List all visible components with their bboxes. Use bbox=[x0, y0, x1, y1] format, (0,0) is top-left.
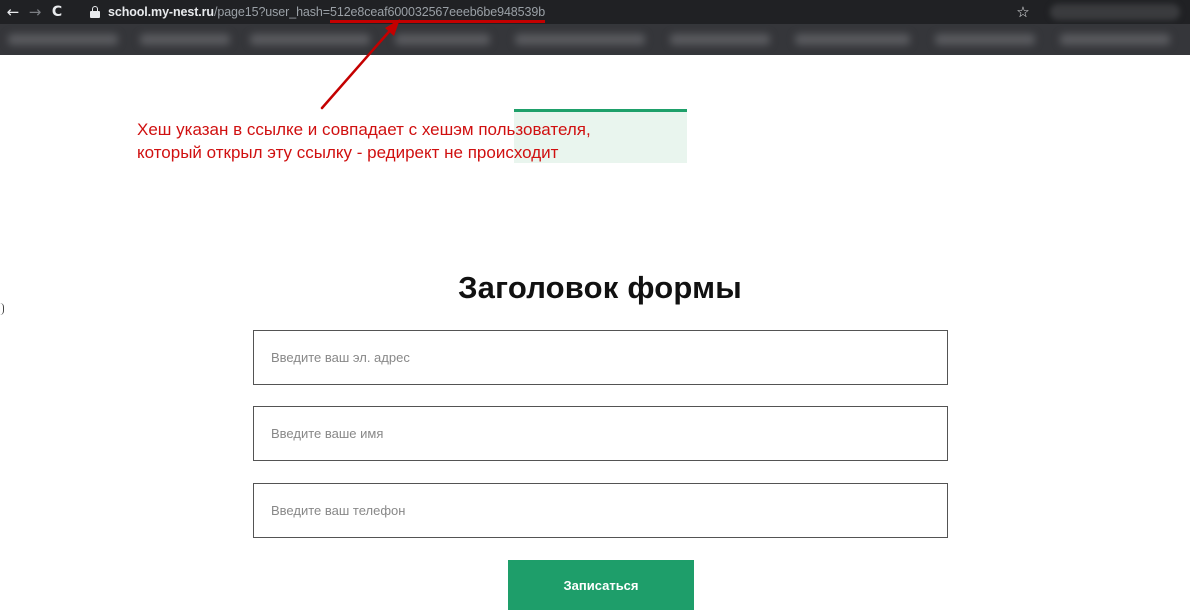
url-host: school.my-nest.ru bbox=[108, 5, 214, 19]
submit-button[interactable]: Записаться bbox=[508, 560, 694, 610]
url-path: /page15?user_hash= bbox=[213, 5, 330, 19]
reload-icon[interactable]: C bbox=[46, 0, 68, 24]
hash-underline bbox=[329, 20, 546, 23]
bookmarks-bar bbox=[0, 24, 1190, 55]
address-bar[interactable]: school.my-nest.ru/page15?user_hash=512e8… bbox=[86, 1, 1041, 23]
annotation-line-1: Хеш указан в ссылке и совпадает с хешэм … bbox=[137, 120, 591, 139]
annotation-text: Хеш указан в ссылке и совпадает с хешэм … bbox=[137, 118, 591, 164]
name-field[interactable] bbox=[253, 406, 948, 461]
lock-icon[interactable] bbox=[90, 6, 100, 18]
bookmark-star-icon[interactable]: ☆ bbox=[1014, 3, 1032, 21]
annotation-highlight-bar bbox=[514, 109, 687, 112]
form-title: Заголовок формы bbox=[458, 270, 742, 305]
forward-arrow-icon[interactable]: → bbox=[24, 0, 46, 24]
phone-field[interactable] bbox=[253, 483, 948, 538]
blurred-profile-area bbox=[1050, 4, 1180, 20]
annotation-line-2: который открыл эту ссылку - редирект не … bbox=[137, 143, 559, 162]
back-arrow-icon[interactable]: ← bbox=[2, 0, 24, 24]
browser-toolbar: ← → C school.my-nest.ru/page15?user_hash… bbox=[0, 0, 1190, 24]
url-hash: 512e8ceaf600032567eeeb6be948539b bbox=[329, 5, 546, 23]
url-text[interactable]: school.my-nest.ru/page15?user_hash=512e8… bbox=[108, 5, 546, 23]
url-hash-value: 512e8ceaf600032567eeeb6be948539b bbox=[329, 5, 546, 19]
email-field[interactable] bbox=[253, 330, 948, 385]
